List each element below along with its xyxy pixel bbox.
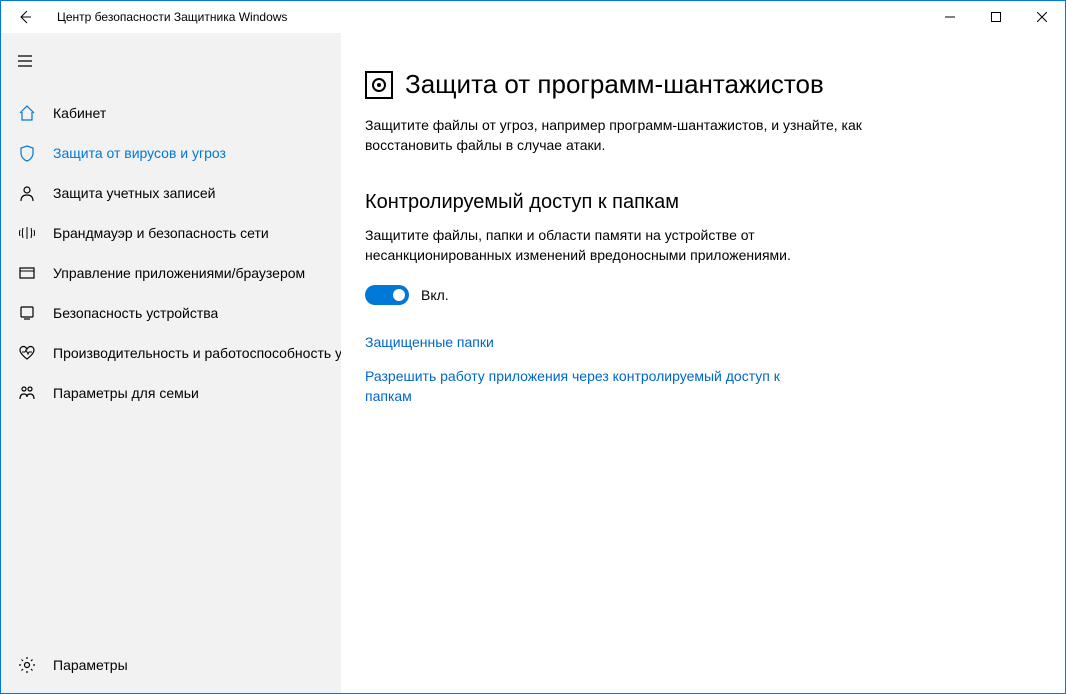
page-title: Защита от программ-шантажистов	[405, 69, 824, 100]
sidebar-item-virus-protection[interactable]: Защита от вирусов и угроз	[1, 133, 341, 173]
sidebar-item-label: Параметры	[53, 657, 128, 673]
sidebar-item-label: Управление приложениями/браузером	[53, 265, 305, 281]
titlebar: Центр безопасности Защитника Windows	[1, 1, 1065, 33]
app-control-icon	[17, 263, 37, 283]
controlled-folder-access-toggle[interactable]	[365, 285, 409, 305]
sidebar-item-label: Защита от вирусов и угроз	[53, 145, 226, 161]
person-icon	[17, 183, 37, 203]
back-button[interactable]	[1, 1, 49, 33]
sidebar-item-app-browser[interactable]: Управление приложениями/браузером	[1, 253, 341, 293]
family-icon	[17, 383, 37, 403]
home-icon	[17, 103, 37, 123]
window-title: Центр безопасности Защитника Windows	[57, 10, 287, 24]
device-security-icon	[17, 303, 37, 323]
maximize-button[interactable]	[973, 1, 1019, 33]
sidebar-item-account-protection[interactable]: Защита учетных записей	[1, 173, 341, 213]
close-button[interactable]	[1019, 1, 1065, 33]
shield-icon	[17, 143, 37, 163]
section-title: Контролируемый доступ к папкам	[365, 191, 1025, 214]
sidebar: Кабинет Защита от вирусов и угроз Защита…	[1, 33, 341, 693]
sidebar-item-label: Параметры для семьи	[53, 385, 199, 401]
sidebar-item-label: Безопасность устройства	[53, 305, 218, 321]
sidebar-item-settings[interactable]: Параметры	[1, 645, 341, 685]
minimize-button[interactable]	[927, 1, 973, 33]
sidebar-item-label: Брандмауэр и безопасность сети	[53, 225, 269, 241]
signal-icon	[17, 223, 37, 243]
main-content: Защита от программ-шантажистов Защитите …	[341, 33, 1065, 693]
hamburger-button[interactable]	[1, 41, 341, 81]
sidebar-item-device-security[interactable]: Безопасность устройства	[1, 293, 341, 333]
section-description: Защитите файлы, папки и области памяти н…	[365, 226, 885, 265]
allow-app-link[interactable]: Разрешить работу приложения через контро…	[365, 367, 805, 406]
sidebar-item-label: Кабинет	[53, 105, 106, 121]
sidebar-item-performance[interactable]: Производительность и работоспособность у…	[1, 333, 341, 373]
sidebar-item-home[interactable]: Кабинет	[1, 93, 341, 133]
gear-icon	[17, 655, 37, 675]
sidebar-item-label: Производительность и работоспособность у…	[53, 345, 341, 361]
ransomware-icon	[365, 71, 393, 99]
sidebar-item-family[interactable]: Параметры для семьи	[1, 373, 341, 413]
page-description: Защитите файлы от угроз, например програ…	[365, 116, 885, 155]
toggle-label: Вкл.	[421, 287, 449, 303]
protected-folders-link[interactable]: Защищенные папки	[365, 333, 805, 353]
sidebar-item-firewall[interactable]: Брандмауэр и безопасность сети	[1, 213, 341, 253]
sidebar-item-label: Защита учетных записей	[53, 185, 215, 201]
heart-icon	[17, 343, 37, 363]
